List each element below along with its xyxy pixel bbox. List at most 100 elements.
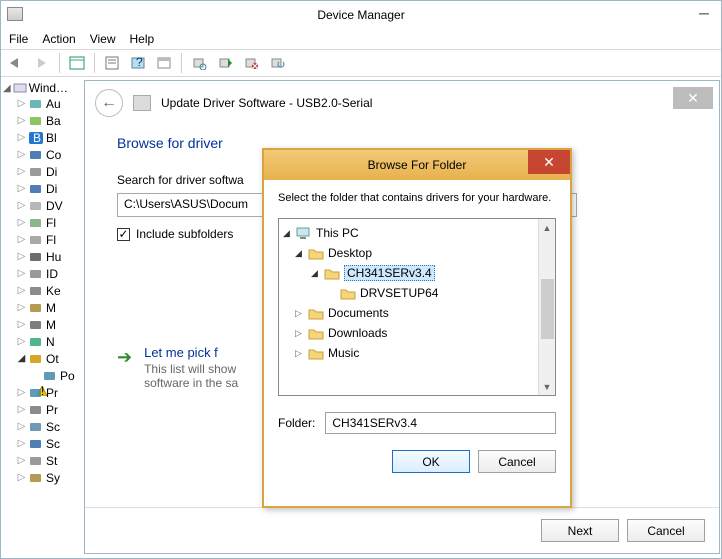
properties-button[interactable] (101, 52, 123, 74)
device-label: Pr (46, 403, 58, 417)
device-icon (29, 251, 43, 263)
tree-item[interactable]: ▷Au (17, 95, 89, 112)
uninstall-button[interactable] (240, 52, 262, 74)
update-driver-button[interactable] (214, 52, 236, 74)
device-label: Au (46, 97, 61, 111)
titlebar: Device Manager ─ (1, 1, 721, 29)
tree-item[interactable]: ▷N (17, 333, 89, 350)
tree-item[interactable]: ▷Sc (17, 418, 89, 435)
folder-icon (308, 327, 324, 340)
tree-this-pc[interactable]: ◢ This PC (281, 223, 553, 243)
bff-title-text: Browse For Folder (368, 158, 467, 172)
back-button[interactable] (5, 52, 27, 74)
tree-item[interactable]: ▷Sy (17, 469, 89, 486)
folder-name-input[interactable] (325, 412, 556, 434)
tree-selected-folder[interactable]: ◢ CH341SERv3.4 (281, 263, 553, 283)
tree-child-folder[interactable]: DRVSETUP64 (281, 283, 553, 303)
device-label: Di (46, 165, 57, 179)
device-icon (29, 200, 43, 212)
tree-item[interactable]: ▷Di (17, 180, 89, 197)
disable-button[interactable] (266, 52, 288, 74)
toolbar: ? (1, 49, 721, 77)
tree-item[interactable]: ▷St (17, 452, 89, 469)
include-subfolders-checkbox[interactable]: ✓ (117, 228, 130, 241)
device-label: Sc (46, 437, 60, 451)
wizard-back-button[interactable]: ← (95, 89, 123, 117)
menu-view[interactable]: View (90, 32, 116, 46)
scan-button[interactable] (188, 52, 210, 74)
tree-item[interactable]: ▷Sc (17, 435, 89, 452)
tree-desktop[interactable]: ◢ Desktop (281, 243, 553, 263)
tree-item[interactable]: ▷Pr (17, 401, 89, 418)
device-label: Ot (46, 352, 59, 366)
device-icon (29, 336, 43, 348)
bff-close-button[interactable]: ✕ (528, 150, 570, 174)
tree-documents[interactable]: ▷ Documents (281, 303, 553, 323)
tree-item[interactable]: !Po (17, 367, 89, 384)
tree-item[interactable]: ▷Hu (17, 248, 89, 265)
tree-item[interactable]: ▷Fl (17, 214, 89, 231)
scroll-thumb[interactable] (541, 279, 554, 339)
tree-music[interactable]: ▷ Music (281, 343, 553, 363)
device-label: M (46, 318, 56, 332)
tree-item[interactable]: ▷Ba (17, 112, 89, 129)
cancel-button[interactable]: Cancel (627, 519, 705, 542)
tree-item[interactable]: ▷ID (17, 265, 89, 282)
device-icon (29, 183, 43, 195)
folder-icon (308, 307, 324, 320)
tree-item[interactable]: ▷Di (17, 163, 89, 180)
tree-item[interactable]: ▷M (17, 316, 89, 333)
tree-item[interactable]: ▷Pr (17, 384, 89, 401)
scrollbar[interactable]: ▲ ▼ (538, 219, 555, 395)
device-tree[interactable]: ◢ Wind… ▷Au▷Ba▷BBl▷Co▷Di▷Di▷DV▷Fl▷Fl▷Hu▷… (1, 77, 91, 558)
device-label: Po (60, 369, 75, 383)
device-label: Sy (46, 471, 60, 485)
view-button[interactable] (153, 52, 175, 74)
tree-item[interactable]: ▷BBl (17, 129, 89, 146)
device-icon (29, 302, 43, 314)
scroll-down-icon[interactable]: ▼ (539, 378, 555, 395)
tree-item[interactable]: ▷Co (17, 146, 89, 163)
tree-item[interactable]: ▷Ke (17, 282, 89, 299)
computer-icon (296, 227, 312, 240)
svg-text:B: B (33, 132, 41, 144)
next-button[interactable]: Next (541, 519, 619, 542)
wizard-close-button[interactable]: ✕ (673, 87, 713, 109)
device-icon: B (29, 132, 43, 144)
menu-file[interactable]: File (9, 32, 28, 46)
device-icon (29, 472, 43, 484)
forward-button[interactable] (31, 52, 53, 74)
show-hidden-button[interactable] (66, 52, 88, 74)
browse-for-folder-dialog: Browse For Folder ✕ Select the folder th… (262, 148, 572, 508)
device-icon (29, 98, 43, 110)
bff-message: Select the folder that contains drivers … (278, 192, 556, 204)
folder-label: Folder: (278, 416, 315, 430)
app-icon (7, 7, 23, 21)
arrow-icon: ➔ (117, 347, 132, 368)
device-icon: ! (43, 370, 57, 382)
bff-cancel-button[interactable]: Cancel (478, 450, 556, 473)
folder-tree[interactable]: ◢ This PC ◢ Desktop ◢ CH341SERv3.4 DRVSE… (278, 218, 556, 396)
scroll-up-icon[interactable]: ▲ (539, 219, 555, 236)
svg-text:?: ? (136, 56, 143, 69)
tree-item[interactable]: ▷DV (17, 197, 89, 214)
tree-item[interactable]: ▷Fl (17, 231, 89, 248)
device-label: Pr (46, 386, 58, 400)
folder-icon (340, 287, 356, 300)
device-label: Ba (46, 114, 61, 128)
help-button[interactable]: ? (127, 52, 149, 74)
menu-help[interactable]: Help (130, 32, 155, 46)
device-icon (29, 404, 43, 416)
minimize-button[interactable]: ─ (691, 3, 717, 23)
tree-downloads[interactable]: ▷ Downloads (281, 323, 553, 343)
tree-root[interactable]: ◢ Wind… (3, 81, 89, 95)
device-icon (29, 217, 43, 229)
ok-button[interactable]: OK (392, 450, 470, 473)
include-subfolders-label: Include subfolders (136, 227, 233, 241)
menu-action[interactable]: Action (42, 32, 75, 46)
tree-item[interactable]: ◢Ot (17, 350, 89, 367)
device-label: M (46, 301, 56, 315)
folder-icon (324, 267, 340, 280)
device-icon (29, 115, 43, 127)
tree-item[interactable]: ▷M (17, 299, 89, 316)
